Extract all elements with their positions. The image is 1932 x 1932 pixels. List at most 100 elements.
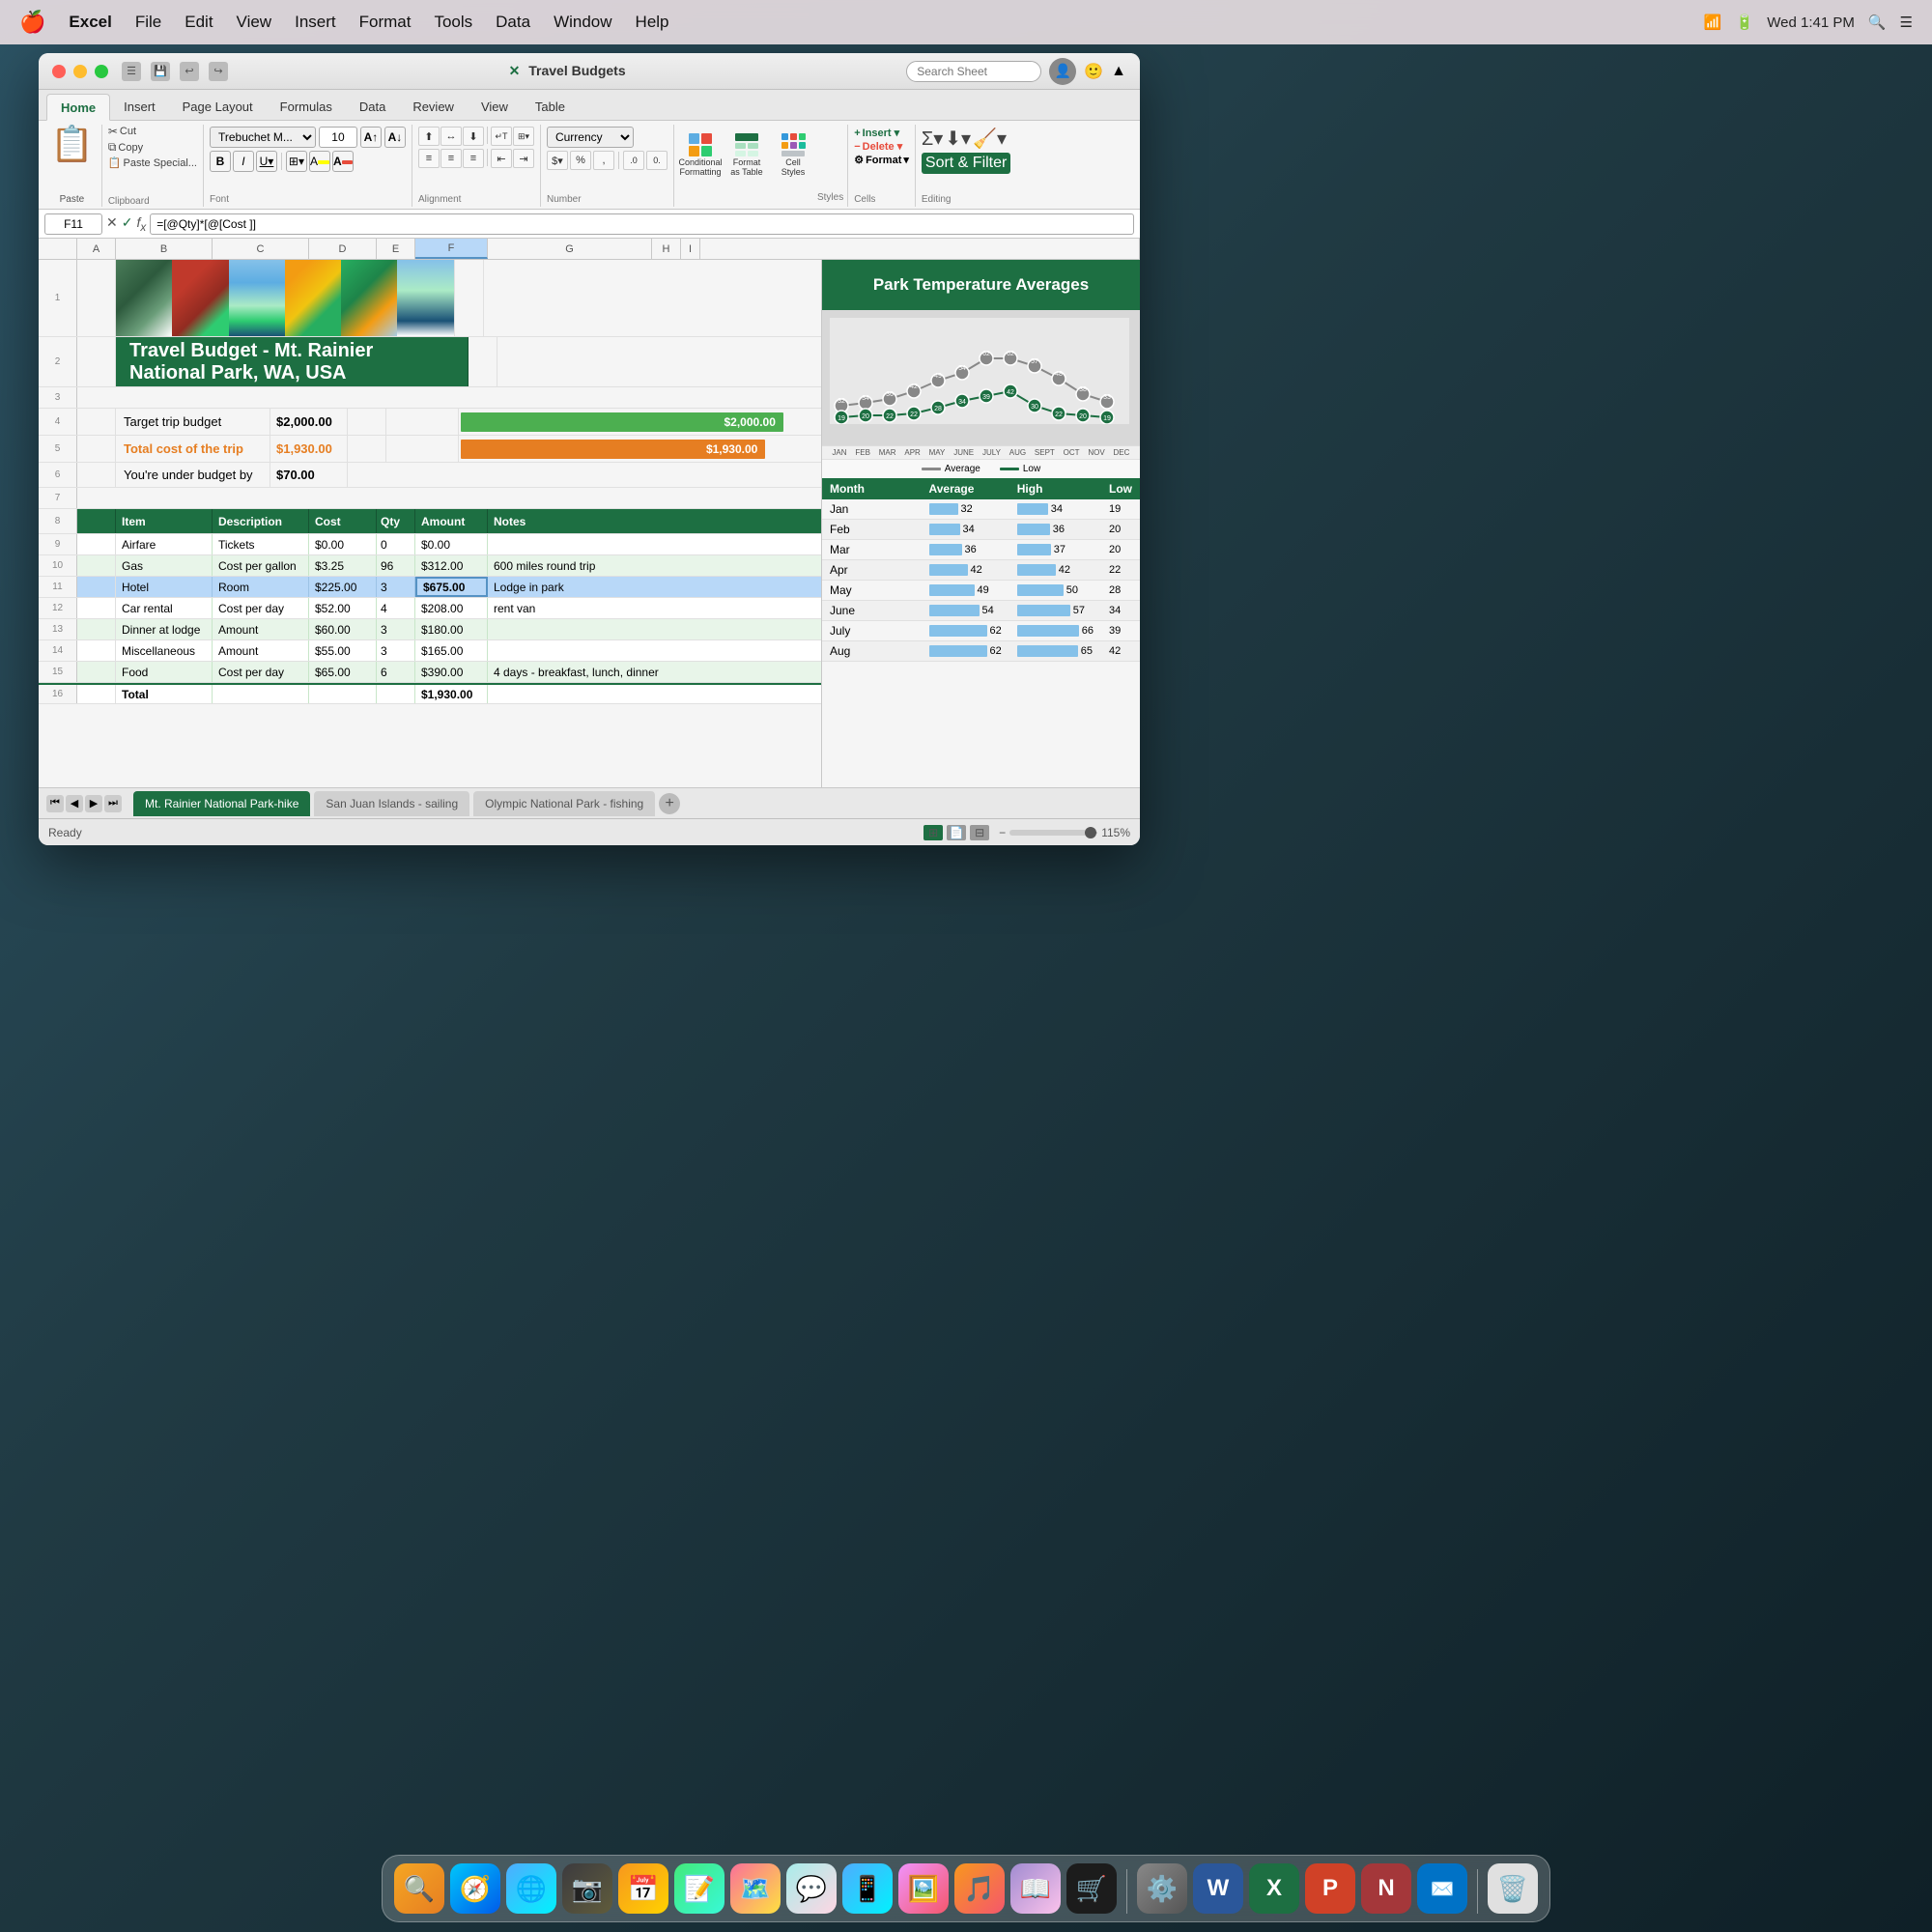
col-header-I[interactable]: I: [681, 239, 700, 259]
dock-safari[interactable]: 🌐: [506, 1863, 556, 1914]
cell-cost-12[interactable]: $52.00: [309, 598, 377, 618]
fill-color-button[interactable]: A: [309, 151, 330, 172]
dock-excel[interactable]: X: [1249, 1863, 1299, 1914]
col-header-B[interactable]: B: [116, 239, 213, 259]
tab-table[interactable]: Table: [522, 93, 579, 120]
cancel-formula-icon[interactable]: ✕: [106, 214, 118, 234]
col-header-rest[interactable]: [700, 239, 1140, 259]
menu-tools[interactable]: Tools: [434, 13, 472, 32]
cell-item-14[interactable]: Miscellaneous: [116, 640, 213, 661]
dock-compass[interactable]: 🧭: [450, 1863, 500, 1914]
conditional-formatting-button[interactable]: Conditional Formatting: [678, 127, 723, 183]
undo-icon[interactable]: ↩: [180, 62, 199, 81]
cell-E4[interactable]: [348, 409, 386, 435]
cell-H2[interactable]: [469, 337, 497, 386]
cell-F4[interactable]: [386, 409, 459, 435]
cell-notes-16[interactable]: [488, 685, 821, 703]
wrap-text-btn[interactable]: ↵T: [491, 127, 512, 146]
cell-rest-1[interactable]: [484, 260, 822, 336]
decrease-decimal-btn[interactable]: 0.: [646, 151, 668, 170]
cell-A6[interactable]: [77, 463, 116, 487]
dollar-btn[interactable]: $▾: [547, 151, 568, 170]
cell-qty-9[interactable]: 0: [377, 534, 415, 554]
tab-home[interactable]: Home: [46, 94, 110, 121]
dock-calendar[interactable]: 📅: [618, 1863, 668, 1914]
cell-notes-10[interactable]: 600 miles round trip: [488, 555, 821, 576]
page-layout-icon[interactable]: 📄: [947, 825, 966, 840]
cell-qty-15[interactable]: 6: [377, 662, 415, 682]
cell-item-9[interactable]: Airfare: [116, 534, 213, 554]
menu-format[interactable]: Format: [359, 13, 412, 32]
delete-dropdown[interactable]: − Delete ▾: [854, 140, 909, 153]
border-button[interactable]: ⊞▾: [286, 151, 307, 172]
cell-row7[interactable]: [77, 488, 821, 508]
font-color-button[interactable]: A: [332, 151, 354, 172]
menu-view[interactable]: View: [237, 13, 272, 32]
sheet-tab-olympic[interactable]: Olympic National Park - fishing: [473, 791, 655, 816]
zoom-track[interactable]: [1009, 830, 1087, 836]
fill-button[interactable]: ⬇▾: [945, 127, 971, 151]
sheet-tab-rainier[interactable]: Mt. Rainier National Park-hike: [133, 791, 310, 816]
cell-rest-6[interactable]: [348, 463, 821, 487]
align-top-btn[interactable]: ⬆: [418, 127, 440, 146]
cell-cost-16[interactable]: [309, 685, 377, 703]
cell-qty-14[interactable]: 3: [377, 640, 415, 661]
menu-data[interactable]: Data: [496, 13, 530, 32]
cell-amount-9[interactable]: $0.00: [415, 534, 488, 554]
cell-F5[interactable]: [386, 436, 459, 462]
col-header-A[interactable]: A: [77, 239, 116, 259]
cell-amount-12[interactable]: $208.00: [415, 598, 488, 618]
cell-desc-12[interactable]: Cost per day: [213, 598, 309, 618]
cell-reference-input[interactable]: [44, 213, 102, 235]
dock-photos[interactable]: 📷: [562, 1863, 612, 1914]
menu-insert[interactable]: Insert: [295, 13, 336, 32]
dock-facetime[interactable]: 📱: [842, 1863, 893, 1914]
underline-button[interactable]: U▾: [256, 151, 277, 172]
cell-E5[interactable]: [348, 436, 386, 462]
page-break-icon[interactable]: ⊟: [970, 825, 989, 840]
cell-styles-button[interactable]: Cell Styles: [771, 127, 815, 183]
normal-view-icon[interactable]: ⊞: [923, 825, 943, 840]
cell-A9[interactable]: [77, 534, 116, 554]
tab-page-layout[interactable]: Page Layout: [169, 93, 267, 120]
tab-review[interactable]: Review: [399, 93, 468, 120]
cell-cost-10[interactable]: $3.25: [309, 555, 377, 576]
cell-desc-10[interactable]: Cost per gallon: [213, 555, 309, 576]
tab-data[interactable]: Data: [346, 93, 399, 120]
cell-rest-2[interactable]: [497, 337, 822, 386]
under-budget-value[interactable]: $70.00: [270, 463, 348, 487]
cell-amount-10[interactable]: $312.00: [415, 555, 488, 576]
dock-word[interactable]: W: [1193, 1863, 1243, 1914]
cell-A12[interactable]: [77, 598, 116, 618]
dock-photos2[interactable]: 🖼️: [898, 1863, 949, 1914]
cell-qty-11[interactable]: 3: [377, 577, 415, 597]
menu-help[interactable]: Help: [636, 13, 669, 32]
cell-desc-15[interactable]: Cost per day: [213, 662, 309, 682]
dock-books[interactable]: 📖: [1010, 1863, 1061, 1914]
cell-amount-13[interactable]: $180.00: [415, 619, 488, 639]
font-family-select[interactable]: Trebuchet M...: [210, 127, 316, 148]
align-middle-btn[interactable]: ↔: [440, 127, 462, 146]
formula-input[interactable]: [150, 213, 1134, 235]
confirm-formula-icon[interactable]: ✓: [122, 214, 133, 234]
cell-notes-14[interactable]: [488, 640, 821, 661]
cell-notes-12[interactable]: rent van: [488, 598, 821, 618]
clear-button[interactable]: 🧹▾: [973, 127, 1007, 151]
tab-next-btn[interactable]: ▶: [85, 795, 102, 812]
search-sheet-input[interactable]: [906, 61, 1041, 82]
insert-dropdown[interactable]: + Insert ▾: [854, 127, 909, 139]
dock-finder[interactable]: 🔍: [394, 1863, 444, 1914]
cell-notes-11[interactable]: Lodge in park: [488, 577, 821, 597]
number-format-select[interactable]: Currency: [547, 127, 634, 148]
cell-cost-14[interactable]: $55.00: [309, 640, 377, 661]
cell-row3[interactable]: [77, 387, 821, 408]
cell-desc-16[interactable]: [213, 685, 309, 703]
dock-appstore[interactable]: 🛒: [1066, 1863, 1117, 1914]
dock-trash[interactable]: 🗑️: [1488, 1863, 1538, 1914]
col-header-E[interactable]: E: [377, 239, 415, 259]
user-account-icon[interactable]: 👤: [1049, 58, 1076, 85]
dock-onenote[interactable]: N: [1361, 1863, 1411, 1914]
cell-desc-13[interactable]: Amount: [213, 619, 309, 639]
sum-button[interactable]: Σ▾: [922, 127, 943, 151]
tab-last-btn[interactable]: ⏭: [104, 795, 122, 812]
